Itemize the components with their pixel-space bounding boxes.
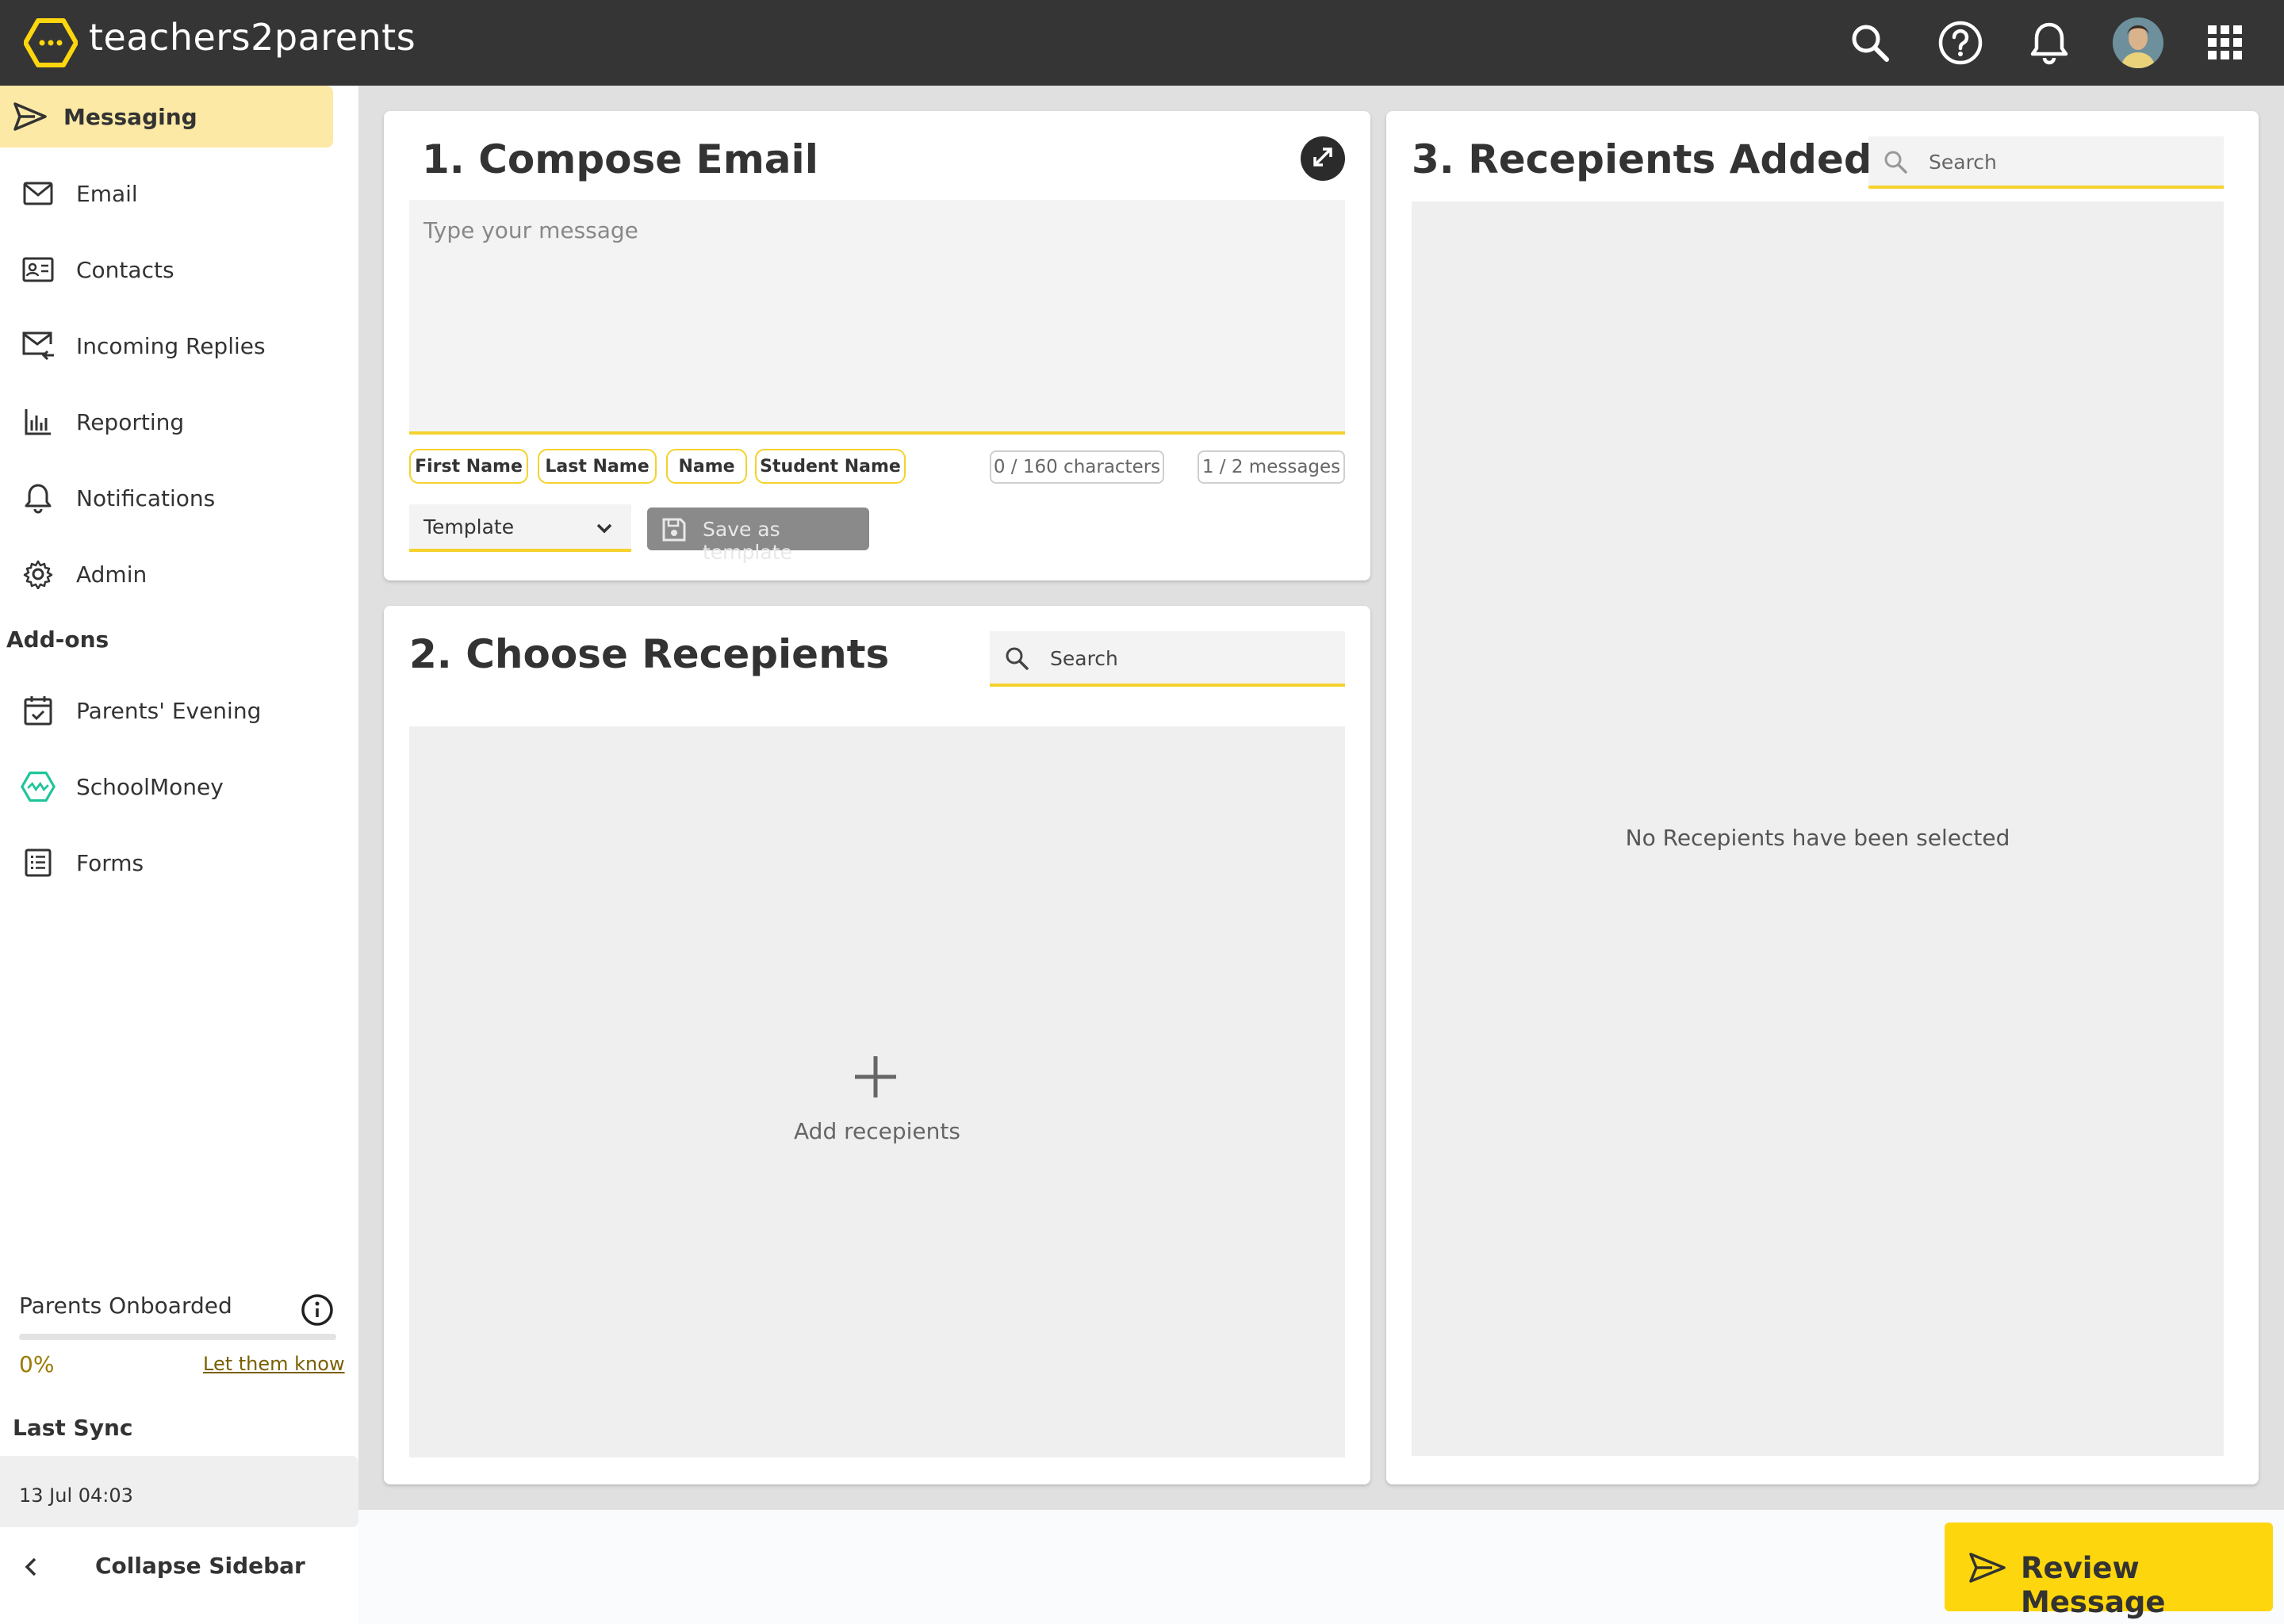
sidebar-item-label: Notifications [76, 485, 216, 511]
sidebar-item-label: Parents' Evening [76, 697, 262, 724]
gear-icon [21, 557, 56, 592]
review-message-button[interactable]: Review Message [1945, 1522, 2273, 1619]
sidebar-item-reporting[interactable]: Reporting [0, 387, 358, 457]
search-icon[interactable] [1846, 19, 1894, 67]
sidebar-item-contacts[interactable]: Contacts [0, 235, 358, 304]
mail-reply-icon [21, 328, 56, 363]
sidebar-item-label: Messaging [63, 103, 197, 130]
floppy-disk-icon [661, 517, 687, 546]
expand-button[interactable] [1301, 136, 1345, 181]
review-message-label: Review Message [2021, 1551, 2166, 1619]
add-recipients-label: Add recepients [794, 1118, 960, 1144]
last-sync-title: Last Sync [13, 1415, 133, 1441]
top-bar: teachers2parents [0, 0, 2284, 86]
chip-student-name[interactable]: Student Name [755, 449, 906, 484]
form-list-icon [21, 845, 56, 880]
choose-recipients-search[interactable]: Search [990, 631, 1345, 687]
last-sync-value: 13 Jul 04:03 [19, 1484, 133, 1507]
onboarded-title: Parents Onboarded [19, 1293, 232, 1319]
search-icon [1883, 149, 1908, 178]
sidebar-item-label: Contacts [76, 256, 174, 283]
onboarded-percent: 0% [19, 1351, 55, 1377]
recipients-added-card: 3. Recepients Added Search No Recepients… [1386, 111, 2259, 1484]
recipients-added-title: 3. Recepients Added [1412, 136, 1872, 182]
compose-title: 1. Compose Email [422, 136, 818, 182]
help-icon[interactable] [1937, 19, 1984, 67]
sidebar-item-admin[interactable]: Admin [0, 539, 358, 609]
message-placeholder: Type your message [423, 217, 638, 243]
message-counter: 1 / 2 messages [1198, 450, 1345, 484]
sidebar-item-label: Incoming Replies [76, 332, 266, 359]
choose-recipients-title: 2. Choose Recepients [409, 631, 890, 677]
expand-icon [1309, 144, 1336, 174]
save-as-template-button[interactable]: Save as template [647, 508, 869, 564]
info-icon[interactable] [300, 1293, 335, 1327]
user-avatar[interactable] [2113, 17, 2163, 68]
save-as-template-label: Save as template [703, 518, 792, 564]
sidebar-item-email[interactable]: Email [0, 159, 358, 228]
sidebar-item-incoming-replies[interactable]: Incoming Replies [0, 311, 358, 381]
sidebar-item-label: Reporting [76, 408, 185, 435]
no-recipients-text: No Recepients have been selected [1625, 825, 2010, 851]
bell-icon [21, 481, 56, 515]
brand-logo-icon[interactable] [23, 17, 79, 68]
compose-card: 1. Compose Email Type your message First… [384, 111, 1370, 580]
choose-recipients-card: 2. Choose Recepients Search Add recepien… [384, 606, 1370, 1484]
sidebar-item-label: SchoolMoney [76, 773, 224, 800]
sidebar-item-label: Admin [76, 561, 148, 588]
chip-first-name[interactable]: First Name [409, 449, 528, 484]
calendar-check-icon [21, 693, 56, 728]
sidebar-item-label: Email [76, 180, 138, 207]
add-recipients-area[interactable]: Add recepients [409, 726, 1345, 1457]
sidebar-item-notifications[interactable]: Notifications [0, 463, 358, 533]
onboarded-progress-bar [19, 1334, 336, 1340]
mail-icon [21, 176, 56, 211]
bar-chart-icon [21, 404, 56, 439]
chevron-down-icon [595, 520, 614, 539]
chip-last-name[interactable]: Last Name [538, 449, 657, 484]
search-placeholder: Search [1050, 647, 1118, 670]
contact-card-icon [21, 252, 56, 287]
bell-icon[interactable] [2025, 19, 2073, 67]
apps-grid-icon[interactable] [2202, 19, 2249, 67]
sidebar-item-schoolmoney[interactable]: SchoolMoney [0, 752, 358, 822]
recipients-list-area: No Recepients have been selected [1412, 201, 2224, 1456]
send-icon [1968, 1551, 2006, 1588]
message-input[interactable]: Type your message [409, 200, 1345, 435]
template-select-label: Template [423, 515, 515, 538]
search-icon [1004, 645, 1029, 674]
template-select[interactable]: Template [409, 504, 631, 552]
plus-icon [850, 1051, 901, 1102]
send-icon [13, 99, 48, 134]
recipients-added-search[interactable]: Search [1868, 136, 2224, 189]
chip-name[interactable]: Name [666, 449, 747, 484]
sidebar-item-forms[interactable]: Forms [0, 828, 358, 898]
collapse-sidebar-button[interactable]: Collapse Sidebar [0, 1537, 358, 1600]
brand-name[interactable]: teachers2parents [89, 16, 416, 59]
addons-heading: Add-ons [6, 626, 109, 653]
sidebar: Messaging Email Contacts Incoming Replie… [0, 86, 358, 1624]
sidebar-item-label: Forms [76, 849, 144, 876]
collapse-sidebar-label: Collapse Sidebar [95, 1553, 305, 1579]
chevron-left-icon [19, 1551, 43, 1586]
let-them-know-link[interactable]: Let them know [203, 1353, 345, 1375]
sidebar-item-parents-evening[interactable]: Parents' Evening [0, 676, 358, 745]
sidebar-item-messaging[interactable]: Messaging [0, 86, 333, 147]
character-counter: 0 / 160 characters [990, 450, 1164, 484]
search-placeholder: Search [1929, 151, 1997, 174]
schoolmoney-icon [21, 769, 56, 804]
